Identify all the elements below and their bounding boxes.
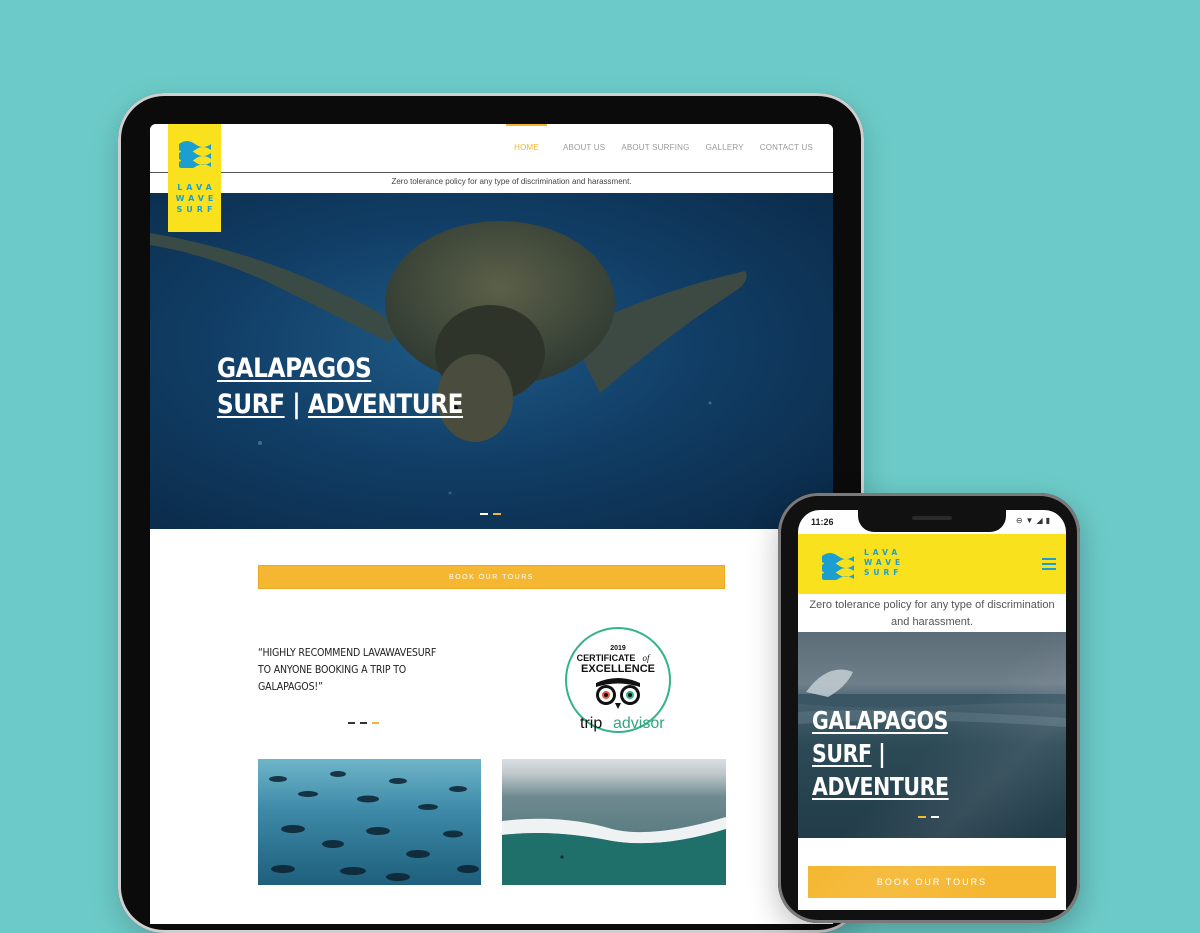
svg-text:advisor: advisor [613,715,665,732]
phone-notch [858,510,1006,532]
nav-contact-us[interactable]: CONTACT US [760,124,813,172]
slider-dot-active[interactable] [918,816,926,818]
testimonial-quote: “HIGHLY RECOMMEND LAVAWAVESURF TO ANYONE… [258,646,437,693]
slider-dot[interactable] [480,513,488,515]
slider-dot[interactable] [931,816,939,818]
tablet-screen: HOME ABOUT US ABOUT SURFING GALLERY CONT… [150,124,833,924]
gallery-thumb-fish[interactable] [258,759,481,885]
logo-wordmark: LAVA WAVE SURF [175,183,218,214]
svg-text:CERTIFICATE: CERTIFICATE [577,653,636,663]
signal-icon: ◢ [1036,516,1043,525]
nav-home[interactable]: HOME [506,124,547,172]
mobile-hero-banner: GALAPAGOS SURF | ADVENTURE [798,632,1066,838]
hero-slider-dots [918,816,939,818]
wave-logo-icon [178,141,211,168]
testimonial-slider-dots [348,722,379,724]
slider-dot[interactable] [348,722,355,724]
slider-dot-active[interactable] [493,513,501,515]
phone-screen: 11:26 ⊖ ▼ ◢ ▮ LAVA WAVE SURF Zero tolera… [798,510,1066,910]
policy-notice: Zero tolerance policy for any type of di… [150,172,833,192]
book-tours-button[interactable]: BOOK OUR TOURS [258,565,725,589]
mobile-header: LAVA WAVE SURF [798,534,1066,594]
tripadvisor-badge[interactable]: 2019 CERTIFICATE of EXCELLENCE trip advi… [558,625,678,745]
main-nav: HOME ABOUT US ABOUT SURFING GALLERY CONT… [506,124,813,172]
hero-title: GALAPAGOS SURF | ADVENTURE [812,706,949,801]
speaker-grille [912,516,952,520]
school-of-fish-image [269,771,479,881]
nav-gallery[interactable]: GALLERY [706,124,744,172]
nav-about-surfing[interactable]: ABOUT SURFING [621,124,689,172]
nav-about-us[interactable]: ABOUT US [563,124,605,172]
svg-text:EXCELLENCE: EXCELLENCE [581,663,655,675]
hamburger-menu-icon[interactable] [1042,558,1056,573]
hero-slider-dots [480,513,501,515]
policy-notice: Zero tolerance policy for any type of di… [809,599,1055,628]
hero-title: GALAPAGOS SURF | ADVENTURE [217,353,464,420]
site-logo[interactable]: LAVA WAVE SURF [168,124,221,232]
aerial-wave-image [502,817,726,885]
gallery-thumb-wave[interactable] [502,759,726,885]
hero-banner: GALAPAGOS SURF | ADVENTURE [150,193,833,529]
status-icons: ⊖ ▼ ◢ ▮ [1016,516,1050,525]
book-tours-button[interactable]: BOOK OUR TOURS [808,866,1056,898]
logo-wordmark[interactable]: LAVA WAVE SURF [864,548,904,578]
dnd-icon: ⊖ [1015,516,1023,525]
svg-text:trip: trip [580,715,602,732]
wave-logo-icon[interactable] [820,550,856,580]
battery-icon: ▮ [1045,516,1050,525]
status-time: 11:26 [811,517,834,527]
wifi-icon: ▼ [1025,516,1034,525]
svg-text:2019: 2019 [610,645,626,652]
slider-dot[interactable] [360,722,367,724]
slider-dot-active[interactable] [372,722,379,724]
site-header: HOME ABOUT US ABOUT SURFING GALLERY CONT… [150,124,833,172]
